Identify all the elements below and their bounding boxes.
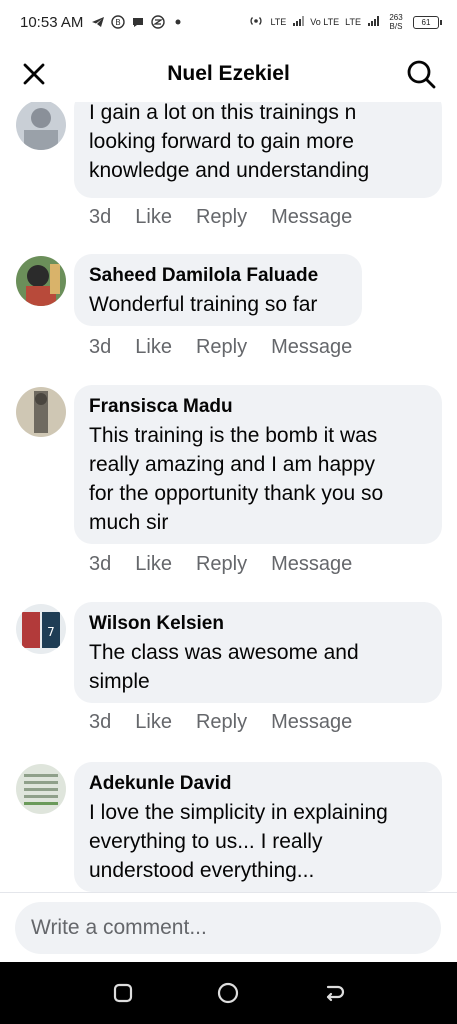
like-button[interactable]: Like [135, 553, 172, 576]
network-label-3: LTE [345, 17, 361, 27]
network-label-1: LTE [270, 17, 287, 27]
b-badge-icon: B [111, 15, 126, 29]
status-time: 10:53 AM [20, 13, 84, 31]
home-button[interactable] [214, 979, 242, 1007]
comment-time: 3d [89, 206, 112, 228]
message-button[interactable]: Message [271, 553, 352, 576]
comment-text: I love the simplicity in explaining ever… [89, 801, 388, 882]
signal-icon-2 [367, 15, 379, 29]
svg-text:B: B [116, 18, 122, 27]
avatar[interactable] [16, 764, 66, 814]
like-button[interactable]: Like [135, 711, 172, 734]
recents-icon [113, 983, 132, 1003]
like-button[interactable]: Like [135, 336, 172, 359]
chat-icon [131, 15, 145, 29]
comment-bubble: Saheed Damilola Faluade Wonderful traini… [74, 254, 362, 326]
back-button[interactable] [320, 979, 348, 1007]
message-button[interactable]: Message [271, 336, 352, 359]
comment-actions: 3d Like Reply Message [89, 336, 376, 359]
comment-author[interactable]: Saheed Damilola Faluade [89, 262, 346, 290]
comment-input[interactable]: Write a comment... [15, 902, 441, 954]
signal-icon [292, 15, 305, 29]
status-right: LTE Vo LTE LTE 263 B/S 61 [248, 13, 442, 31]
comment-author[interactable]: Wilson Kelsien [89, 610, 426, 638]
close-icon [23, 63, 45, 85]
home-icon [218, 982, 239, 1004]
avatar[interactable] [16, 102, 66, 150]
comment-author[interactable]: Adekunle David [89, 770, 426, 798]
comment-time: 3d [89, 336, 112, 358]
comment-bubble: Wilson Kelsien The class was awesome and… [74, 602, 442, 703]
comment-text: This training is the bomb it was really … [89, 424, 384, 534]
comment-text: Wonderful training so far [89, 293, 318, 316]
avatar[interactable] [16, 387, 66, 437]
avatar[interactable] [16, 256, 66, 306]
notification-icons: B [91, 15, 185, 29]
comment-bubble: I gain a lot on this trainings n looking… [74, 102, 442, 198]
comment-actions: 3d Like Reply Message [89, 711, 376, 734]
reply-button[interactable]: Reply [196, 553, 247, 576]
like-button[interactable]: Like [135, 206, 172, 229]
comment-actions: 3d Like Reply Message [89, 206, 376, 229]
comment-time: 3d [89, 553, 112, 575]
close-button[interactable] [20, 60, 48, 88]
comment-bubble: Fransisca Madu This training is the bomb… [74, 385, 442, 544]
comment-actions: 3d Like Reply Message [89, 553, 376, 576]
reply-button[interactable]: Reply [196, 711, 247, 734]
composer-divider [0, 892, 457, 893]
recents-button[interactable] [109, 979, 137, 1007]
back-icon [327, 985, 345, 1002]
dot-icon [171, 15, 185, 29]
avatar[interactable]: 7 [16, 604, 66, 654]
comment-text: The class was awesome and simple [89, 641, 359, 693]
message-button[interactable]: Message [271, 206, 352, 229]
svg-text:7: 7 [47, 625, 55, 639]
telegram-icon [91, 15, 105, 29]
header: Nuel Ezekiel [0, 46, 457, 102]
message-button[interactable]: Message [271, 711, 352, 734]
speed-label: 263 B/S [389, 13, 403, 31]
search-button[interactable] [405, 58, 437, 90]
navigation-bar [0, 962, 457, 1024]
comment-input-placeholder: Write a comment... [31, 916, 207, 939]
hotspot-icon [248, 14, 264, 30]
network-label-2: Vo LTE [310, 17, 340, 27]
comment-text: I gain a lot on this trainings n looking… [89, 102, 370, 182]
comment-time: 3d [89, 711, 112, 733]
reply-button[interactable]: Reply [196, 206, 247, 229]
battery-icon: 61 [413, 15, 442, 29]
comment-bubble: Adekunle David I love the simplicity in … [74, 762, 442, 892]
battery-level: 61 [421, 17, 431, 27]
status-bar: 10:53 AM B LTE Vo LTE LTE 263 B/S 61 [0, 0, 457, 44]
app-icon [151, 15, 166, 29]
search-icon [407, 60, 436, 89]
page-title: Nuel Ezekiel [167, 62, 290, 85]
comment-list[interactable]: I gain a lot on this trainings n looking… [0, 102, 457, 892]
comment-author[interactable]: Fransisca Madu [89, 393, 426, 421]
reply-button[interactable]: Reply [196, 336, 247, 359]
